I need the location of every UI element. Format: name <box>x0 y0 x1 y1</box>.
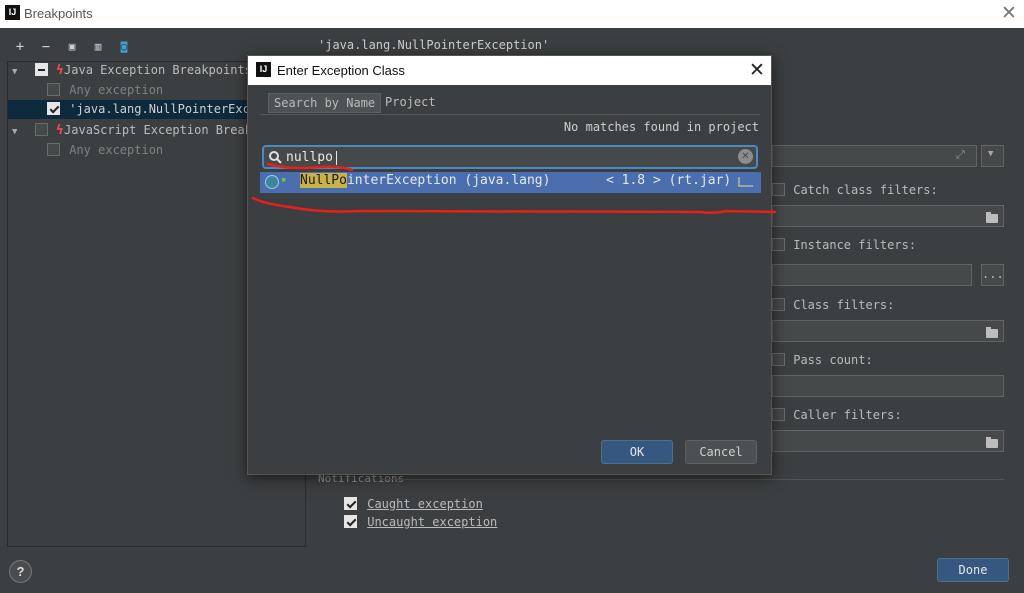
catch-filter-checkbox[interactable] <box>772 183 785 196</box>
npe-checkbox[interactable] <box>47 102 60 115</box>
class-search-input[interactable]: nullpo ✕ <box>262 145 758 169</box>
window-title: Breakpoints <box>24 6 93 21</box>
result-match-highlight: NullPo <box>300 173 347 188</box>
uncaught-label: Uncaught exception <box>367 515 498 529</box>
remove-icon[interactable]: − <box>38 39 54 55</box>
instance-filter-browse-button[interactable]: ... <box>981 264 1004 286</box>
instance-filter-checkbox[interactable] <box>772 238 785 251</box>
search-status: No matches found in project <box>563 120 759 134</box>
caller-filter-label: Caller filters: <box>793 408 902 422</box>
caught-label: Caught exception <box>367 497 483 511</box>
close-window-icon[interactable]: ✕ <box>1001 2 1017 25</box>
expand-arrow-icon[interactable]: ▼ <box>12 63 22 82</box>
expand-icon[interactable]: ⤢ <box>956 148 965 162</box>
js-any-checkbox[interactable] <box>47 143 60 156</box>
exception-breakpoint-icon: ϟ <box>55 123 65 138</box>
folder-icon[interactable] <box>986 437 998 448</box>
public-access-icon: ▪ <box>281 175 287 185</box>
java-any-label: Any exception <box>69 83 164 97</box>
pass-count-label: Pass count: <box>793 353 873 367</box>
caller-filter-checkbox[interactable] <box>772 408 785 421</box>
dialog-title-bar: IJ Enter Exception Class ✕ <box>248 56 771 85</box>
js-group-checkbox[interactable] <box>35 123 49 136</box>
catch-filter-row[interactable]: Catch class filters: <box>772 182 938 198</box>
tab-project[interactable]: Project <box>380 93 441 113</box>
help-button[interactable]: ? <box>9 560 32 583</box>
search-icon <box>269 151 282 164</box>
group-folder-icon[interactable]: ▣ <box>64 39 80 55</box>
pass-count-checkbox[interactable] <box>772 353 785 366</box>
intellij-logo-icon: IJ <box>256 62 271 77</box>
window-title-bar: IJ Breakpoints ✕ <box>0 0 1024 28</box>
intellij-logo-icon: IJ <box>5 5 20 20</box>
class-filter-row[interactable]: Class filters: <box>772 297 894 313</box>
caught-checkbox[interactable] <box>344 497 357 510</box>
instance-filter-field[interactable] <box>772 264 972 286</box>
pass-count-row[interactable]: Pass count: <box>772 352 873 368</box>
divider <box>380 479 1004 480</box>
class-filter-field[interactable] <box>772 320 1004 342</box>
tree-item-java-any[interactable]: Any exception <box>47 81 163 100</box>
done-button[interactable]: Done <box>937 558 1009 582</box>
java-any-checkbox[interactable] <box>47 83 60 96</box>
java-group-checkbox[interactable] <box>35 63 49 76</box>
close-dialog-icon[interactable]: ✕ <box>749 59 765 82</box>
js-group-label: JavaScript Exception Breakp <box>64 123 260 137</box>
npe-label: 'java.lang.NullPointerExce <box>69 102 258 116</box>
folder-icon[interactable] <box>986 327 998 338</box>
uncaught-checkbox[interactable] <box>344 515 357 528</box>
tab-search-by-name[interactable]: Search by Name <box>268 93 382 113</box>
library-jar-icon <box>738 177 753 187</box>
clear-search-icon[interactable]: ✕ <box>738 149 753 164</box>
chevron-down-icon: ▼ <box>988 149 994 159</box>
pass-count-field[interactable] <box>772 375 1004 397</box>
tree-group-js[interactable]: ▼ ϟJavaScript Exception Breakp <box>12 121 259 140</box>
group-class-icon[interactable]: ▥ <box>90 39 106 55</box>
search-query-text: nullpo <box>286 150 333 165</box>
js-any-label: Any exception <box>69 143 164 157</box>
caller-filter-row[interactable]: Caller filters: <box>772 407 902 423</box>
folder-icon[interactable] <box>986 212 998 223</box>
tree-item-js-any[interactable]: Any exception <box>47 141 163 160</box>
result-class-name: interException (java.lang) <box>346 173 551 188</box>
search-result-row[interactable]: ▪ NullPointerException (java.lang) < 1.8… <box>260 172 761 193</box>
view-breakpoint-icon[interactable]: ◙ <box>116 39 132 55</box>
caller-filter-field[interactable] <box>772 430 1004 452</box>
ok-button[interactable]: OK <box>601 440 673 464</box>
instance-filter-label: Instance filters: <box>793 238 917 252</box>
catch-filter-field[interactable] <box>772 205 1004 227</box>
tree-group-java[interactable]: ▼ ϟJava Exception Breakpoints <box>12 61 252 80</box>
detail-header: 'java.lang.NullPointerException' <box>318 38 550 52</box>
condition-field[interactable]: ⤢ <box>772 145 977 167</box>
class-filter-label: Class filters: <box>793 298 895 312</box>
condition-dropdown[interactable]: ▼ <box>981 145 1004 167</box>
exception-breakpoint-icon: ϟ <box>55 63 65 78</box>
java-group-label: Java Exception Breakpoints <box>64 63 252 77</box>
enter-exception-class-dialog: IJ Enter Exception Class ✕ Search by Nam… <box>247 55 772 475</box>
class-filter-checkbox[interactable] <box>772 298 785 311</box>
exception-class-icon <box>265 175 279 189</box>
catch-filter-label: Catch class filters: <box>793 183 938 197</box>
result-library: < 1.8 > (rt.jar) <box>606 173 732 188</box>
instance-filter-row[interactable]: Instance filters: <box>772 237 916 253</box>
uncaught-exception-row[interactable]: Uncaught exception <box>344 514 497 530</box>
expand-arrow-icon[interactable]: ▼ <box>12 123 22 142</box>
text-cursor <box>336 151 337 165</box>
cancel-button[interactable]: Cancel <box>685 440 757 464</box>
caught-exception-row[interactable]: Caught exception <box>344 496 483 512</box>
add-icon[interactable]: + <box>12 39 28 55</box>
dialog-title: Enter Exception Class <box>277 63 405 78</box>
